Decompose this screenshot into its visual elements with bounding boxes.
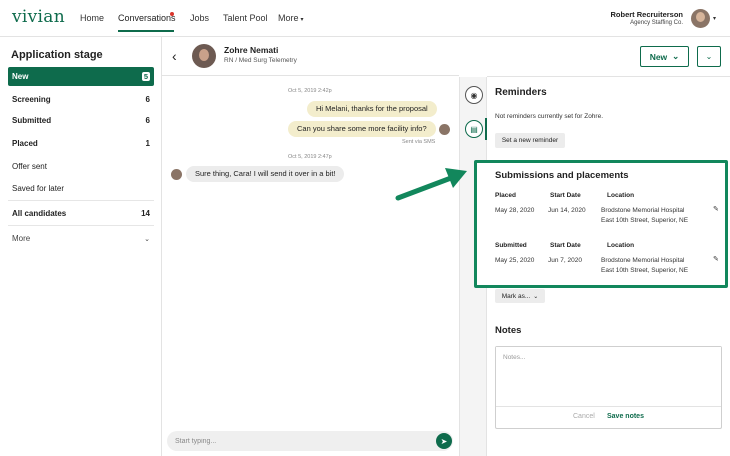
message-compose[interactable] bbox=[167, 431, 453, 451]
right-panel-header bbox=[487, 37, 730, 77]
sidebar-item-offer-sent[interactable]: Offer sent bbox=[8, 157, 154, 176]
edit-pencil-icon[interactable]: ✎ bbox=[713, 255, 719, 263]
more-options-button[interactable]: ⌄ bbox=[697, 46, 721, 67]
nav-active-underline bbox=[118, 30, 174, 32]
user-menu-chevron-icon[interactable]: ▾ bbox=[713, 15, 716, 22]
message-timestamp: Oct 5, 2019 2:42p bbox=[288, 88, 332, 94]
sidebar-item-label: Offer sent bbox=[12, 162, 47, 171]
notes-input[interactable] bbox=[496, 347, 721, 405]
sidebar-item-count: 6 bbox=[145, 95, 150, 104]
notification-dot bbox=[170, 12, 174, 16]
nav-conversations[interactable]: Conversations bbox=[118, 13, 176, 23]
message-bubble-outgoing: Hi Melani, thanks for the proposal bbox=[307, 101, 437, 117]
conversation-header: ‹ Zohre Nemati RN / Med Surg Telemetry bbox=[162, 37, 459, 76]
candidate-role: RN / Med Surg Telemetry bbox=[224, 57, 297, 64]
sidebar-item-label: Saved for later bbox=[12, 184, 65, 193]
candidate-name: Zohre Nemati bbox=[224, 45, 279, 55]
sidebar-item-label: Placed bbox=[12, 139, 38, 148]
chevron-down-icon: ⌄ bbox=[705, 52, 713, 61]
top-nav: vivian Home Conversations Jobs Talent Po… bbox=[0, 0, 730, 37]
start-date-column-header: Start Date bbox=[550, 242, 581, 249]
stage-dropdown-label: New bbox=[649, 51, 668, 62]
submissions-heading: Submissions and placements bbox=[495, 170, 629, 181]
user-name: Robert Recruiterson bbox=[610, 10, 683, 19]
nav-jobs[interactable]: Jobs bbox=[190, 13, 209, 23]
submissions-list-icon[interactable]: ▤ bbox=[465, 120, 483, 138]
message-input[interactable] bbox=[167, 431, 427, 451]
user-org: Agency Staffing Co. bbox=[630, 20, 683, 26]
notes-divider bbox=[496, 406, 721, 407]
sidebar-item-label: Submitted bbox=[12, 116, 52, 125]
candidate-avatar bbox=[192, 44, 216, 68]
sidebar-item-count: 14 bbox=[141, 209, 150, 218]
annotation-arrow-icon bbox=[395, 168, 467, 201]
location-column-header: Location bbox=[607, 192, 635, 199]
sidebar-item-count: 1 bbox=[145, 139, 150, 148]
chevron-down-icon: ⌄ bbox=[533, 293, 539, 300]
placement-location-name: Brodstone Memorial Hospital bbox=[601, 207, 685, 214]
sidebar-item-new[interactable]: New 5 bbox=[8, 67, 154, 86]
profile-icon[interactable]: ◉ bbox=[465, 86, 483, 104]
mark-as-button[interactable]: Mark as... ⌄ bbox=[495, 289, 545, 303]
chevron-down-icon: ▾ bbox=[300, 17, 304, 23]
stage-dropdown-button[interactable]: New ⌄ bbox=[640, 46, 689, 67]
reminders-empty-text: Not reminders currently set for Zohre. bbox=[495, 113, 604, 120]
sent-via-label: Sent via SMS bbox=[402, 139, 436, 145]
sidebar-item-screening[interactable]: Screening 6 bbox=[8, 90, 154, 109]
send-icon[interactable]: ➤ bbox=[436, 433, 452, 449]
sidebar-item-label: New bbox=[12, 72, 29, 81]
status-column-header: Submitted bbox=[495, 242, 527, 249]
set-reminder-button[interactable]: Set a new reminder bbox=[495, 133, 565, 148]
notes-heading: Notes bbox=[495, 325, 522, 336]
sidebar-item-more[interactable]: More ⌄ bbox=[8, 229, 154, 248]
nav-more-label: More bbox=[278, 13, 299, 23]
sidebar-item-label: More bbox=[12, 234, 31, 243]
nav-home[interactable]: Home bbox=[80, 13, 104, 23]
save-notes-button[interactable]: Save notes bbox=[607, 413, 644, 420]
placement-date: May 28, 2020 bbox=[495, 207, 535, 214]
sidebar-title: Application stage bbox=[11, 49, 103, 61]
message-bubble-incoming: Sure thing, Cara! I will send it over in… bbox=[186, 166, 345, 182]
chevron-down-icon: ⌄ bbox=[144, 235, 150, 243]
submission-location-name: Brodstone Memorial Hospital bbox=[601, 257, 685, 264]
submission-start-date: Jun 7, 2020 bbox=[548, 257, 582, 264]
reminders-heading: Reminders bbox=[495, 87, 547, 98]
candidate-mini-avatar bbox=[171, 169, 182, 180]
sidebar-item-all-candidates[interactable]: All candidates 14 bbox=[8, 204, 154, 223]
submission-date: May 25, 2020 bbox=[495, 257, 535, 264]
user-avatar[interactable] bbox=[691, 9, 710, 28]
sidebar-item-count: 6 bbox=[145, 116, 150, 125]
mark-as-label: Mark as... bbox=[501, 292, 531, 300]
back-arrow-icon[interactable]: ‹ bbox=[172, 48, 177, 64]
nav-more[interactable]: More ▾ bbox=[278, 13, 304, 23]
submission-location-address: East 10th Street, Superior, NE bbox=[601, 267, 689, 274]
chevron-down-icon: ⌄ bbox=[672, 51, 680, 61]
sidebar-item-submitted[interactable]: Submitted 6 bbox=[8, 111, 154, 130]
logo[interactable]: vivian bbox=[12, 7, 65, 27]
sidebar-divider bbox=[8, 200, 154, 201]
start-date-column-header: Start Date bbox=[550, 192, 581, 199]
sender-avatar bbox=[439, 124, 450, 135]
edit-pencil-icon[interactable]: ✎ bbox=[713, 205, 719, 213]
placement-start-date: Jun 14, 2020 bbox=[548, 207, 586, 214]
sidebar-item-count: 5 bbox=[141, 72, 150, 81]
sidebar-item-placed[interactable]: Placed 1 bbox=[8, 134, 154, 153]
message-bubble-outgoing: Can you share some more facility info? bbox=[288, 121, 436, 137]
notes-cancel-button[interactable]: Cancel bbox=[573, 413, 595, 420]
sidebar-item-label: Screening bbox=[12, 95, 51, 104]
sidebar-divider bbox=[8, 225, 154, 226]
message-timestamp: Oct 5, 2019 2:47p bbox=[288, 154, 332, 160]
sidebar-item-saved-for-later[interactable]: Saved for later bbox=[8, 179, 154, 198]
nav-talent-pool[interactable]: Talent Pool bbox=[223, 13, 268, 23]
sidebar-item-label: All candidates bbox=[12, 209, 67, 218]
rail-active-indicator bbox=[485, 118, 487, 140]
placement-location-address: East 10th Street, Superior, NE bbox=[601, 217, 689, 224]
location-column-header: Location bbox=[607, 242, 635, 249]
status-column-header: Placed bbox=[495, 192, 516, 199]
